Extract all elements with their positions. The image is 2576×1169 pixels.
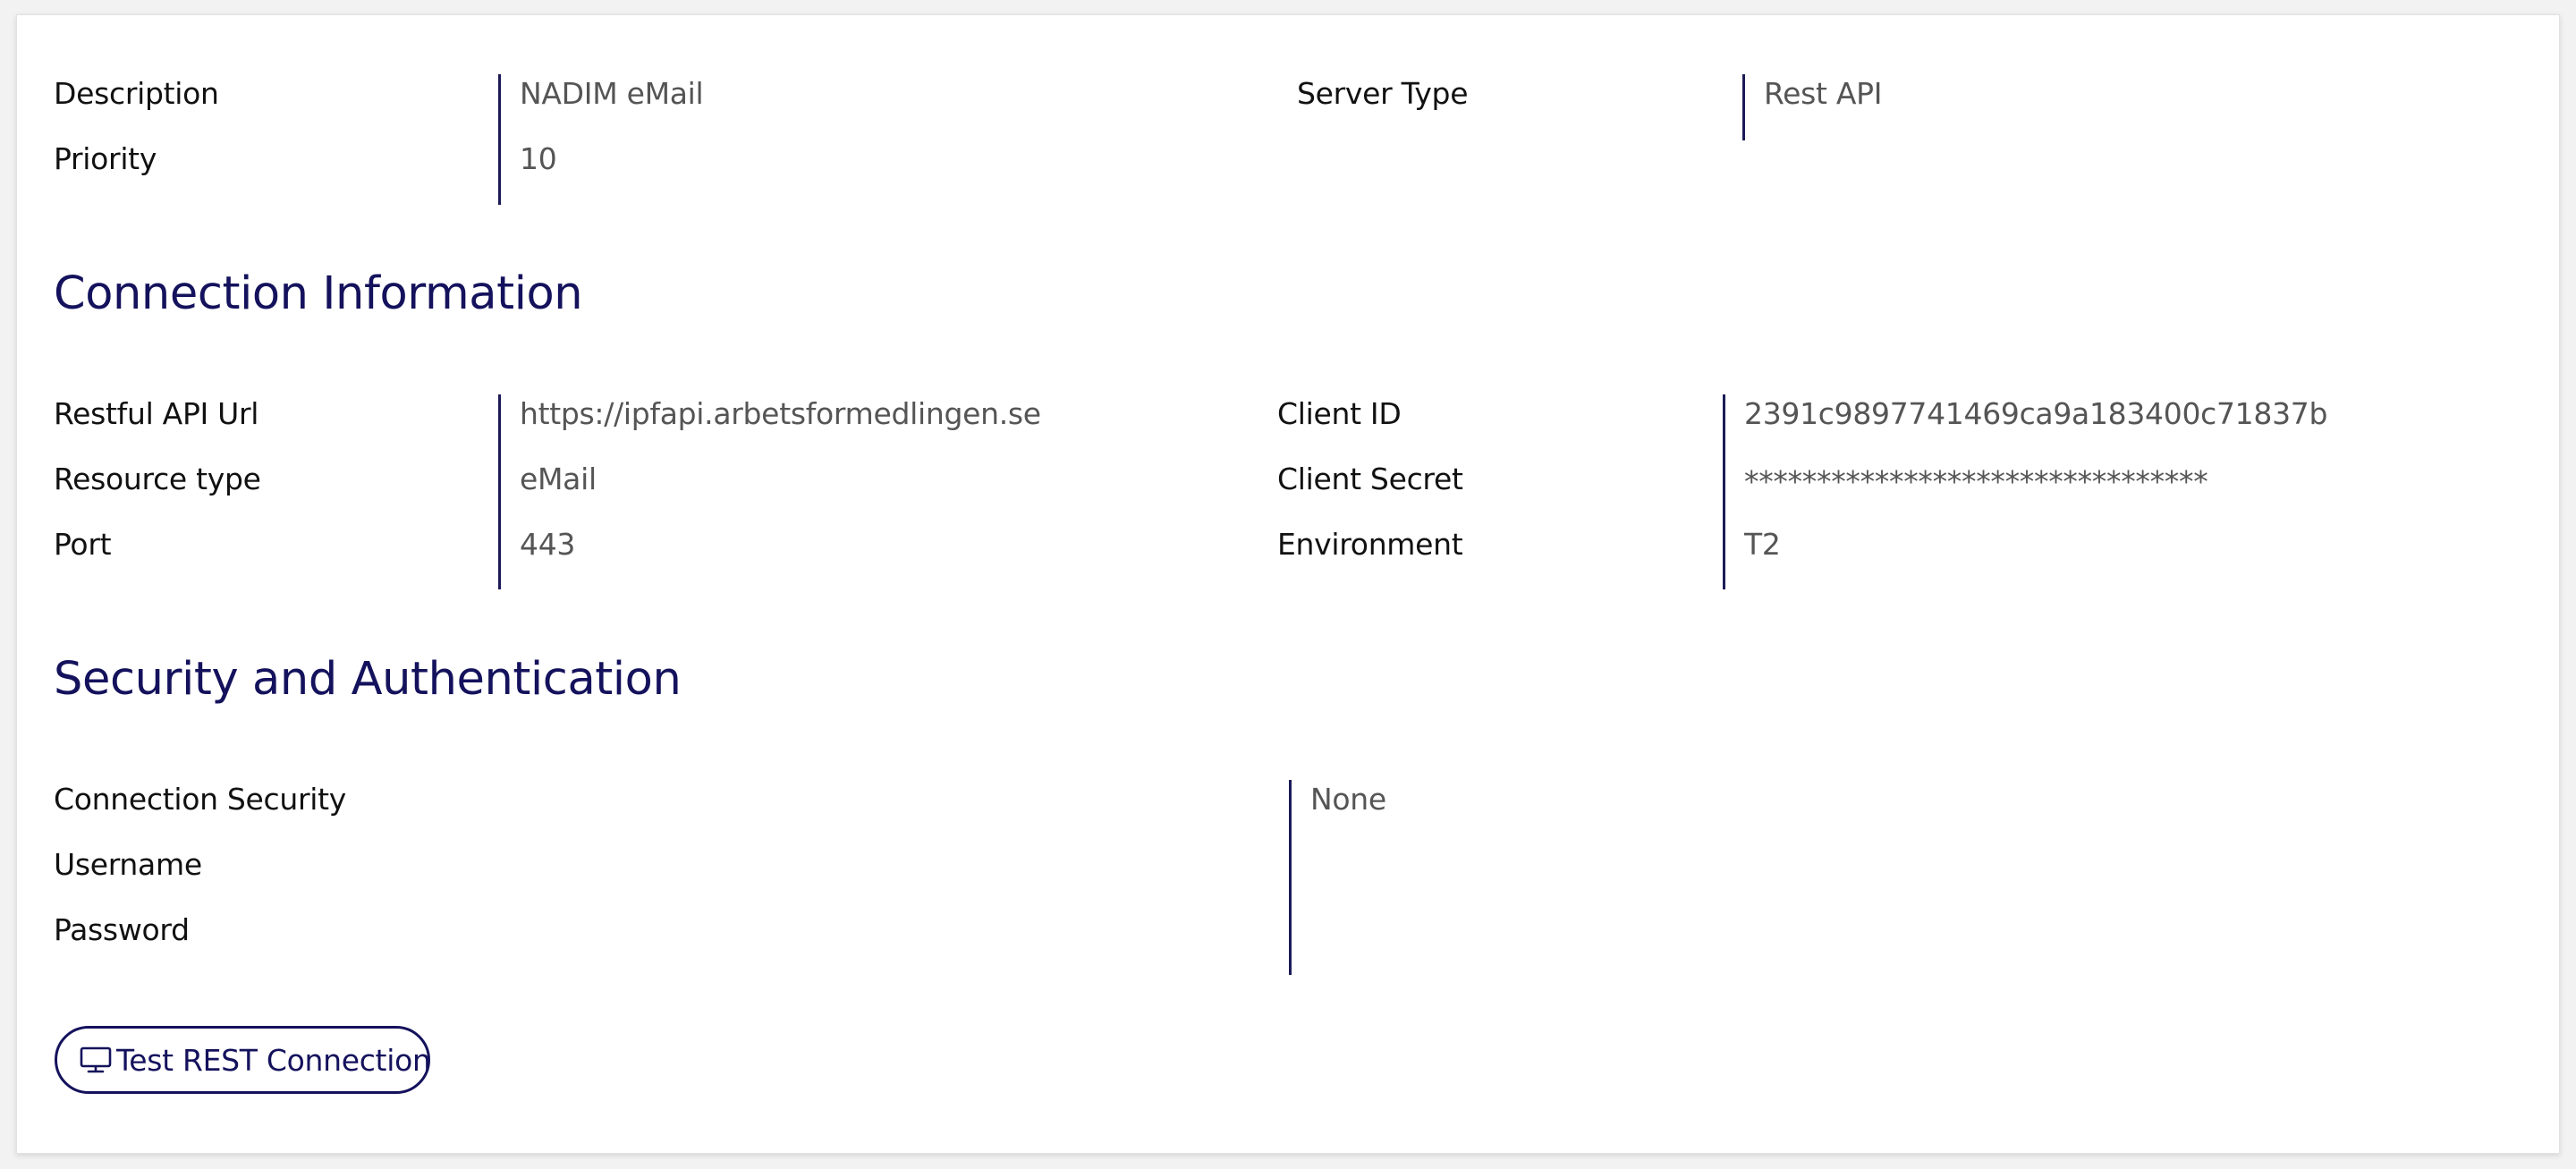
- connection-right-divider: [1723, 394, 1725, 589]
- security-divider: [1289, 780, 1292, 975]
- server-type-label: Server Type: [1297, 76, 1469, 111]
- description-label: Description: [54, 76, 219, 111]
- client-id-value: 2391c9897741469ca9a183400c71837b: [1744, 396, 2328, 431]
- server-type-value: Rest API: [1764, 76, 1883, 111]
- priority-value: 10: [520, 141, 557, 176]
- port-label: Port: [54, 527, 112, 562]
- connection-left-divider: [498, 394, 501, 589]
- environment-label: Environment: [1277, 527, 1463, 562]
- server-details-card: Description Priority NADIM eMail 10 Serv…: [16, 14, 2560, 1154]
- client-id-label: Client ID: [1277, 396, 1402, 431]
- priority-label: Priority: [54, 141, 157, 176]
- restful-api-url-label: Restful API Url: [54, 396, 259, 431]
- resource-type-label: Resource type: [54, 462, 261, 496]
- restful-api-url-value: https://ipfapi.arbetsformedlingen.se: [520, 396, 1041, 431]
- username-label: Username: [54, 847, 202, 882]
- port-value: 443: [520, 527, 576, 562]
- connection-security-label: Connection Security: [54, 782, 347, 817]
- description-value: NADIM eMail: [520, 76, 704, 111]
- monitor-icon: [79, 1046, 113, 1074]
- client-secret-value: ********************************: [1744, 464, 2208, 499]
- password-label: Password: [54, 912, 190, 947]
- connection-information-title: Connection Information: [54, 267, 583, 320]
- test-rest-connection-label: Test REST Connection: [116, 1042, 431, 1078]
- environment-value: T2: [1744, 527, 1781, 562]
- general-right-divider: [1742, 74, 1745, 140]
- client-secret-label: Client Secret: [1277, 462, 1463, 496]
- test-rest-connection-button[interactable]: Test REST Connection: [55, 1026, 431, 1094]
- connection-security-value: None: [1310, 782, 1386, 817]
- general-left-divider: [498, 74, 501, 205]
- resource-type-value: eMail: [520, 462, 597, 496]
- security-authentication-title: Security and Authentication: [54, 653, 682, 706]
